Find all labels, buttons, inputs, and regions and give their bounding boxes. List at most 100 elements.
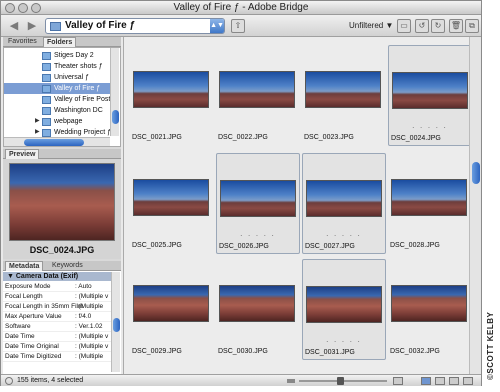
- folder-icon: [42, 85, 51, 93]
- metadata-vertical-scrollbar[interactable]: [111, 272, 120, 372]
- go-up-folder-icon[interactable]: ⇧: [231, 19, 245, 33]
- look-in-menu[interactable]: Valley of Fire ƒ ▲▼: [45, 18, 225, 34]
- thumbnail-cell[interactable]: DSC_0029.JPG: [130, 259, 214, 360]
- rating-dots[interactable]: . . . . .: [217, 231, 299, 238]
- metadata-row: Max Aperture Value: f/4.0: [3, 312, 112, 322]
- folder-item[interactable]: Theater shots ƒ: [4, 61, 110, 72]
- folder-icon: [42, 118, 51, 126]
- tab-folders[interactable]: Folders: [43, 37, 77, 47]
- thumbnail-cell[interactable]: DSC_0030.JPG: [216, 259, 300, 360]
- thumbnail-image[interactable]: [392, 72, 468, 109]
- tab-preview[interactable]: Preview: [5, 149, 40, 159]
- tab-metadata[interactable]: Metadata: [5, 261, 44, 271]
- folder-item[interactable]: Washington DC: [4, 105, 110, 116]
- thumbnail-cell[interactable]: DSC_0021.JPG: [130, 45, 214, 146]
- tab-favorites[interactable]: Favorites: [5, 37, 40, 47]
- window-title: Valley of Fire ƒ - Adobe Bridge: [173, 2, 309, 13]
- forward-button[interactable]: ▶: [25, 19, 39, 33]
- rating-dots[interactable]: . . . . .: [303, 337, 385, 344]
- metadata-key: Date Time: [5, 333, 35, 340]
- updown-arrows-icon: ▲▼: [210, 19, 224, 33]
- chevron-down-icon: ▼: [385, 21, 394, 30]
- thumbnail-image[interactable]: [219, 71, 295, 108]
- thumbnail-filename: DSC_0023.JPG: [304, 134, 354, 141]
- thumbnail-cell[interactable]: . . . . . DSC_0026.JPG: [216, 153, 300, 254]
- folder-icon: [42, 52, 51, 60]
- look-in-label: Valley of Fire ƒ: [65, 20, 136, 31]
- metadata-value: : Ver.1.02: [75, 323, 103, 330]
- metadata-value: : (Multiple: [75, 353, 104, 360]
- thumbnail-image[interactable]: [133, 285, 209, 322]
- metadata-row: Exposure Mode: Auto: [3, 282, 112, 292]
- filmstrip-view-icon[interactable]: [435, 377, 445, 385]
- grid-vertical-scrollbar[interactable]: [469, 37, 481, 374]
- rotate-left-icon[interactable]: ↺: [415, 19, 429, 33]
- thumbnail-image[interactable]: [391, 179, 467, 216]
- new-folder-icon[interactable]: ▭: [397, 19, 411, 33]
- thumbnail-image[interactable]: [306, 286, 382, 323]
- metadata-value: : (Multiple v: [75, 293, 109, 300]
- thumbnail-cell[interactable]: DSC_0032.JPG: [388, 259, 472, 360]
- thumbnail-image[interactable]: [133, 179, 209, 216]
- metadata-row: Software: Ver.1.02: [3, 322, 112, 332]
- folder-item-selected[interactable]: Valley of Fire ƒ: [4, 83, 110, 94]
- filter-label: Unfiltered: [349, 21, 384, 30]
- folders-horizontal-scrollbar[interactable]: [4, 137, 110, 146]
- folder-item[interactable]: Universal ƒ: [4, 72, 110, 83]
- rating-dots[interactable]: . . . . .: [389, 123, 471, 130]
- thumbnail-filename: DSC_0032.JPG: [390, 348, 440, 355]
- zoom-in-icon[interactable]: [393, 377, 403, 385]
- thumbnail-cell[interactable]: DSC_0028.JPG: [388, 153, 472, 254]
- thumbnail-filename: DSC_0025.JPG: [132, 242, 182, 249]
- versions-view-icon[interactable]: [463, 377, 473, 385]
- metadata-value: : (Multiple: [75, 303, 104, 310]
- trash-icon[interactable]: 🗑: [449, 19, 463, 33]
- thumbnail-cell[interactable]: . . . . . DSC_0027.JPG: [302, 153, 386, 254]
- metadata-key: Focal Length in 35mm Film: [5, 303, 84, 310]
- filter-menu[interactable]: Unfiltered ▼: [349, 21, 393, 30]
- metadata-tabbar: Metadata Keywords: [3, 261, 121, 271]
- scroll-thumb[interactable]: [113, 318, 120, 332]
- folder-item[interactable]: ▶ webpage: [4, 116, 110, 127]
- thumbnail-image[interactable]: [133, 71, 209, 108]
- thumbnail-image[interactable]: [220, 180, 296, 217]
- status-bar: 155 items, 4 selected: [1, 374, 481, 386]
- rotate-right-icon[interactable]: ↻: [431, 19, 445, 33]
- left-panel: Favorites Folders Stiges Day 2 Theater s…: [3, 37, 121, 374]
- folder-icon: [42, 129, 51, 137]
- folder-icon: [42, 96, 51, 104]
- back-button[interactable]: ◀: [7, 19, 21, 33]
- folder-label: webpage: [54, 118, 83, 125]
- thumbnail-cell[interactable]: . . . . . DSC_0031.JPG: [302, 259, 386, 360]
- slider-thumb[interactable]: [337, 377, 344, 385]
- scroll-thumb[interactable]: [24, 139, 84, 146]
- details-view-icon[interactable]: [449, 377, 459, 385]
- thumbnails-view-icon[interactable]: [421, 377, 431, 385]
- thumbnail-image[interactable]: [305, 71, 381, 108]
- folder-label: Universal ƒ: [54, 74, 90, 81]
- thumbnail-cell[interactable]: DSC_0023.JPG: [302, 45, 386, 146]
- scroll-thumb[interactable]: [472, 162, 480, 184]
- thumbnail-cell[interactable]: DSC_0022.JPG: [216, 45, 300, 146]
- compact-mode-icon[interactable]: ⧉: [465, 19, 479, 33]
- rating-dots[interactable]: . . . . .: [303, 231, 385, 238]
- thumbnail-image[interactable]: [391, 285, 467, 322]
- metadata-row: Date Time Digitized: (Multiple: [3, 352, 112, 362]
- preview-panel: Preview DSC_0024.JPG: [3, 149, 121, 259]
- thumbnail-filename: DSC_0024.JPG: [391, 135, 441, 142]
- folder-item[interactable]: Valley of Fire Poster: [4, 94, 117, 105]
- tab-keywords[interactable]: Keywords: [49, 261, 86, 271]
- scroll-thumb[interactable]: [112, 110, 119, 124]
- zoom-out-icon[interactable]: [287, 379, 295, 383]
- preview-tabbar: Preview: [3, 149, 121, 159]
- thumbnail-image[interactable]: [306, 180, 382, 217]
- thumbnail-image[interactable]: [219, 285, 295, 322]
- expander[interactable]: ▶: [35, 116, 40, 127]
- folders-vertical-scrollbar[interactable]: [110, 48, 119, 136]
- thumbnail-cell[interactable]: . . . . . DSC_0024.JPG: [388, 45, 472, 146]
- folder-label: Washington DC: [54, 107, 103, 114]
- thumbnail-cell[interactable]: DSC_0025.JPG: [130, 153, 214, 254]
- metadata-key: Date Time Original: [5, 343, 59, 350]
- camera-data-section[interactable]: ▼ Camera Data (Exif): [3, 272, 112, 281]
- folder-item[interactable]: Stiges Day 2: [4, 50, 110, 61]
